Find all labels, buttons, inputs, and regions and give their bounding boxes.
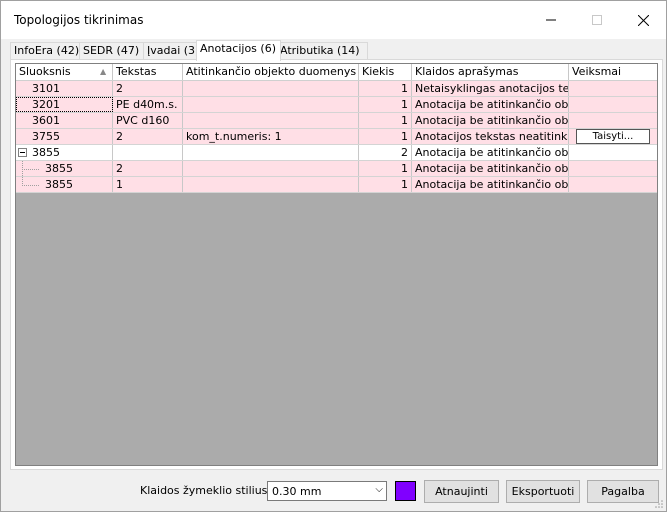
tab-infoera[interactable]: InfoEra (42) [10, 42, 80, 60]
cell-actions [569, 145, 657, 160]
fix-button[interactable]: Taisyti... [576, 129, 650, 144]
table-row[interactable]: 3855 2 1 Anotacija be atitinkančio objek… [16, 161, 657, 177]
refresh-button[interactable]: Atnaujinti [424, 480, 499, 503]
cell-layer: 3755 [16, 129, 113, 144]
cell-count: 1 [359, 97, 412, 112]
cell-object-data [183, 145, 359, 160]
cell-actions [569, 81, 657, 96]
grid-header: Sluoksnis ▲ Tekstas Atitinkančio objekto… [16, 64, 657, 81]
marker-style-value: 0.30 mm [272, 485, 322, 498]
sort-ascending-icon: ▲ [100, 67, 107, 76]
marker-color-swatch[interactable] [395, 481, 416, 501]
tab-panel: Sluoksnis ▲ Tekstas Atitinkančio objekto… [10, 59, 663, 470]
cell-actions [569, 177, 657, 192]
tab-atributika[interactable]: Atributika (14) [276, 42, 368, 60]
marker-style-label: Klaidos žymeklio stilius: [140, 484, 272, 497]
column-header-object-data[interactable]: Atitinkančio objekto duomenys [183, 64, 359, 80]
cell-description: Netaisyklingas anotacijos teksta [412, 81, 569, 96]
cell-actions [569, 161, 657, 176]
cell-description: Anotacija be atitinkančio objekto [412, 145, 569, 160]
column-header-actions[interactable]: Veiksmai [569, 64, 657, 80]
cell-count: 1 [359, 81, 412, 96]
marker-style-select[interactable]: 0.30 mm ⌵ [267, 481, 387, 501]
cell-object-data [183, 161, 359, 176]
cell-text: PE d40m.s. [113, 97, 183, 112]
chevron-down-icon: ⌵ [375, 484, 383, 495]
cell-layer: 3201 [16, 97, 113, 112]
close-button[interactable] [620, 1, 666, 39]
cell-description: Anotacija be atitinkančio objekto [412, 161, 569, 176]
column-header-text[interactable]: Tekstas [113, 64, 183, 80]
table-row[interactable]: 3755 2 kom_t.numeris: 1 1 Anotacijos tek… [16, 129, 657, 145]
help-button[interactable]: Pagalba [587, 480, 659, 503]
cell-text [113, 145, 183, 160]
cell-object-data [183, 177, 359, 192]
cell-count: 1 [359, 177, 412, 192]
cell-description: Anotacija be atitinkančio objekto [412, 113, 569, 128]
column-header-label: Sluoksnis [19, 65, 71, 78]
cell-object-data [183, 81, 359, 96]
cell-text: 1 [113, 177, 183, 192]
dialog-window: Topologijos tikrinimas InfoEra (42) SEDR… [0, 0, 667, 512]
tab-ivadai[interactable]: Įvadai (3) [143, 42, 201, 60]
column-header-description[interactable]: Klaidos aprašymas [412, 64, 569, 80]
cell-text: 2 [113, 161, 183, 176]
cell-count: 1 [359, 161, 412, 176]
errors-grid: Sluoksnis ▲ Tekstas Atitinkančio objekto… [15, 63, 658, 466]
cell-count: 1 [359, 113, 412, 128]
resize-grip-icon[interactable] [654, 499, 664, 509]
maximize-icon [592, 15, 602, 25]
minimize-button[interactable] [528, 1, 574, 39]
cell-text: PVC d160 [113, 113, 183, 128]
cell-count: 2 [359, 145, 412, 160]
cell-object-data [183, 113, 359, 128]
cell-layer: 3855 [16, 145, 113, 160]
cell-actions [569, 97, 657, 112]
cell-layer: 3601 [16, 113, 113, 128]
cell-description: Anotacijos tekstas neatitinka ob [412, 129, 569, 144]
table-row[interactable]: 3101 2 1 Netaisyklingas anotacijos tekst… [16, 81, 657, 97]
cell-text: 2 [113, 81, 183, 96]
tab-sedr[interactable]: SEDR (47) [79, 42, 144, 60]
cell-layer: 3855 [16, 177, 113, 192]
cell-count: 1 [359, 129, 412, 144]
export-button[interactable]: Eksportuoti [506, 480, 580, 503]
tab-anotacijos[interactable]: Anotacijos (6) [196, 40, 281, 61]
column-header-layer[interactable]: Sluoksnis ▲ [16, 64, 113, 80]
cell-layer: 3101 [16, 81, 113, 96]
table-row[interactable]: 3601 PVC d160 1 Anotacija be atitinkanči… [16, 113, 657, 129]
minimize-icon [546, 19, 556, 21]
title-bar: Topologijos tikrinimas [1, 1, 666, 39]
cell-object-data: kom_t.numeris: 1 [183, 129, 359, 144]
table-row[interactable]: 3201 PE d40m.s. 1 Anotacija be atitinkan… [16, 97, 657, 113]
cell-layer: 3855 [16, 161, 113, 176]
table-row-group[interactable]: 3855 2 Anotacija be atitinkančio objekto [16, 145, 657, 161]
cell-text: 2 [113, 129, 183, 144]
cell-object-data [183, 97, 359, 112]
cell-description: Anotacija be atitinkančio objekto [412, 177, 569, 192]
cell-actions [569, 113, 657, 128]
window-title: Topologijos tikrinimas [14, 13, 144, 27]
collapse-icon[interactable] [18, 148, 27, 157]
table-row[interactable]: 3855 1 1 Anotacija be atitinkančio objek… [16, 177, 657, 193]
cell-description: Anotacija be atitinkančio objekto [412, 97, 569, 112]
column-header-count[interactable]: Kiekis [359, 64, 412, 80]
maximize-button[interactable] [574, 1, 620, 39]
close-icon [637, 14, 649, 26]
